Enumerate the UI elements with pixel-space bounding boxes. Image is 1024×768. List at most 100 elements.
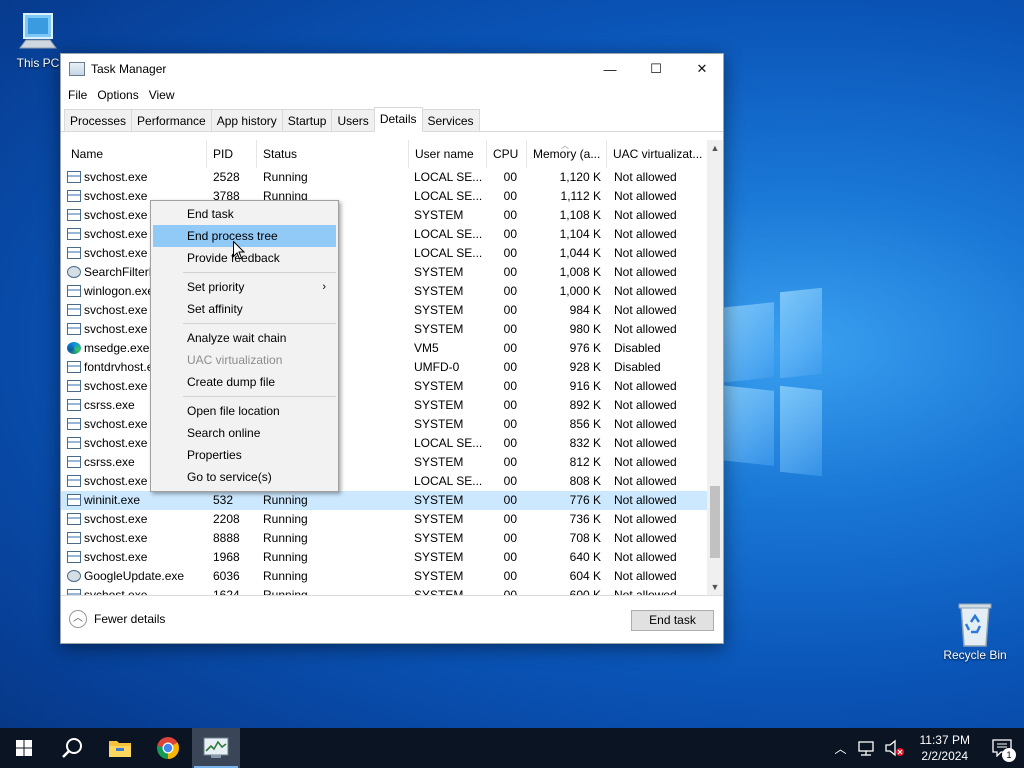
- table-row[interactable]: svchost.exe 2528 Running LOCAL SE... 00 1,120…: [61, 168, 709, 187]
- column-header-name[interactable]: Name: [65, 140, 207, 168]
- cell-user: SYSTEM: [414, 493, 464, 507]
- process-icon: [67, 323, 81, 335]
- cell-uac: Not allowed: [614, 208, 677, 222]
- menu-item-set-priority[interactable]: Set priority ›: [153, 276, 336, 298]
- network-icon[interactable]: [856, 739, 878, 757]
- menu-item-search-online[interactable]: Search online: [153, 422, 336, 444]
- menu-item-analyze-wait-chain[interactable]: Analyze wait chain: [153, 327, 336, 349]
- table-row[interactable]: svchost.exe 1968 Running SYSTEM 00 640 K Not a…: [61, 548, 709, 567]
- cell-status: Running: [263, 569, 308, 583]
- cell-name: wininit.exe: [67, 491, 207, 510]
- menu-item-properties[interactable]: Properties: [153, 444, 336, 466]
- process-name: fontdrvhost.e: [84, 360, 154, 374]
- process-name: svchost.exe: [84, 550, 148, 564]
- cell-mem: 708 K: [569, 531, 601, 545]
- cell-uac: Not allowed: [614, 303, 677, 317]
- tab-users[interactable]: Users: [331, 109, 375, 131]
- menu-file[interactable]: File: [64, 88, 91, 102]
- clock[interactable]: 11:37 PM 2/2/2024: [910, 732, 980, 764]
- end-task-button[interactable]: End task: [631, 610, 714, 631]
- maximize-button[interactable]: ☐: [633, 54, 679, 84]
- process-name: svchost.exe: [84, 208, 148, 222]
- cell-cpu: 00: [503, 493, 517, 507]
- cell-user: SYSTEM: [414, 531, 464, 545]
- column-header-cpu[interactable]: CPU: [487, 140, 527, 168]
- cell-cpu: 00: [503, 379, 517, 393]
- cell-cpu: 00: [503, 227, 517, 241]
- cell-user: SYSTEM: [414, 512, 464, 526]
- table-row[interactable]: svchost.exe 2208 Running SYSTEM 00 736 K Not a…: [61, 510, 709, 529]
- volume-muted-icon[interactable]: [884, 739, 906, 757]
- process-name: svchost.exe: [84, 512, 148, 526]
- tab-services[interactable]: Services: [421, 109, 480, 131]
- cell-mem: 1,104 K: [559, 227, 601, 241]
- cell-uac: Not allowed: [614, 227, 677, 241]
- cell-name: svchost.exe: [67, 529, 207, 548]
- menu-item-label: Open file location: [187, 404, 280, 418]
- cell-name: svchost.exe: [67, 510, 207, 529]
- menu-item-label: UAC virtualization: [187, 353, 283, 367]
- task-manager-icon: [203, 737, 229, 758]
- fewer-details-label: Fewer details: [94, 612, 166, 626]
- action-center-button[interactable]: 1: [980, 728, 1024, 768]
- process-name: wininit.exe: [84, 493, 141, 507]
- cell-cpu: 00: [503, 303, 517, 317]
- column-header-uac[interactable]: UAC virtualizat...: [607, 140, 709, 168]
- process-name: svchost.exe: [84, 322, 148, 336]
- column-header-status[interactable]: Status: [257, 140, 409, 168]
- process-name: winlogon.exe: [84, 284, 155, 298]
- minimize-button[interactable]: —: [587, 54, 633, 84]
- cell-mem: 980 K: [569, 322, 601, 336]
- tab-app-history[interactable]: App history: [210, 109, 283, 131]
- process-name: svchost.exe: [84, 436, 148, 450]
- desktop-icon-recycle-bin[interactable]: Recycle Bin: [937, 600, 1013, 662]
- vertical-scrollbar[interactable]: ▲ ▼: [707, 140, 723, 596]
- menu-item-create-dump-file[interactable]: Create dump file: [153, 371, 336, 393]
- scrollbar-thumb[interactable]: [710, 486, 720, 558]
- cell-pid: 6036: [213, 569, 240, 583]
- search-button[interactable]: [48, 728, 96, 768]
- tab-performance[interactable]: Performance: [131, 109, 212, 131]
- menu-item-end-task[interactable]: End task: [153, 203, 336, 225]
- cell-user: SYSTEM: [414, 417, 464, 431]
- process-icon: [67, 494, 81, 506]
- scroll-down-arrow-icon[interactable]: ▼: [707, 579, 723, 596]
- cell-uac: Disabled: [614, 341, 661, 355]
- file-explorer-button[interactable]: [96, 728, 144, 768]
- menu-item-open-file-location[interactable]: Open file location: [153, 400, 336, 422]
- chrome-button[interactable]: [144, 728, 192, 768]
- close-button[interactable]: ✕: [679, 54, 725, 84]
- menu-item-go-to-service-s[interactable]: Go to service(s): [153, 466, 336, 488]
- table-row[interactable]: svchost.exe 8888 Running SYSTEM 00 708 K Not a…: [61, 529, 709, 548]
- cell-cpu: 00: [503, 512, 517, 526]
- menu-item-set-affinity[interactable]: Set affinity: [153, 298, 336, 320]
- scroll-up-arrow-icon[interactable]: ▲: [707, 140, 723, 157]
- fewer-details-button[interactable]: ︿ Fewer details: [69, 610, 165, 628]
- start-button[interactable]: [0, 728, 48, 768]
- tab-details[interactable]: Details: [373, 107, 423, 132]
- tab-startup[interactable]: Startup: [281, 109, 333, 131]
- cell-user: SYSTEM: [414, 398, 464, 412]
- show-hidden-icons-chevron-icon[interactable]: ︿: [828, 740, 854, 757]
- cell-uac: Disabled: [614, 360, 661, 374]
- table-row[interactable]: wininit.exe 532 Running SYSTEM 00 776 K Not al…: [61, 491, 709, 510]
- title-bar[interactable]: Task Manager — ☐ ✕: [61, 54, 723, 84]
- column-header-user-name[interactable]: User name: [409, 140, 487, 168]
- process-icon: [67, 171, 81, 183]
- cell-user: SYSTEM: [414, 303, 464, 317]
- task-manager-button[interactable]: [192, 728, 240, 768]
- process-icon: [67, 285, 81, 297]
- menu-item-label: Create dump file: [187, 375, 276, 389]
- menu-options[interactable]: Options: [93, 88, 142, 102]
- cell-cpu: 00: [503, 360, 517, 374]
- column-header-pid[interactable]: PID: [207, 140, 257, 168]
- cell-user: SYSTEM: [414, 569, 464, 583]
- search-filter-icon: [67, 266, 81, 278]
- process-name: svchost.exe: [84, 379, 148, 393]
- table-row[interactable]: GoogleUpdate.exe 6036 Running SYSTEM 00 604 K…: [61, 567, 709, 586]
- cell-mem: 916 K: [569, 379, 601, 393]
- process-name: svchost.exe: [84, 417, 148, 431]
- menu-item-label: Analyze wait chain: [187, 331, 287, 345]
- tab-processes[interactable]: Processes: [64, 109, 133, 131]
- menu-view[interactable]: View: [145, 88, 179, 102]
